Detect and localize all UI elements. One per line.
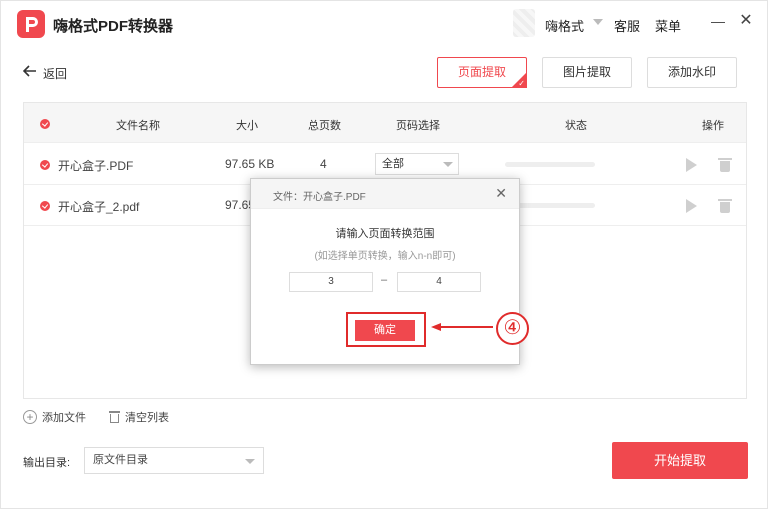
annotation-highlight-box [346,312,426,347]
tab-page-extract[interactable]: 页面提取 ✓ [437,57,527,88]
annotation-step-number: ④ [496,312,529,345]
header-actions: 操作 [702,120,724,132]
page-select-dropdown[interactable]: 全部 [375,153,459,175]
row-checkbox[interactable] [40,160,50,170]
minimize-icon[interactable]: — [711,14,725,28]
title-bar: 嗨格式PDF转换器 嗨格式 客服 菜单 — ✕ [1,1,767,45]
play-icon[interactable] [686,158,697,172]
file-name: 开心盒子_2.pdf [58,200,140,214]
dialog-file-label: 文件：开心盒子.PDF [273,192,366,203]
back-label: 返回 [43,66,68,81]
dialog-title: 请输入页面转换范围 [335,228,435,240]
add-file-label: 添加文件 [42,412,86,424]
close-window-icon[interactable]: ✕ [739,13,753,29]
output-dir-label: 输出目录: [23,457,71,469]
play-icon[interactable] [686,199,697,213]
trash-icon [109,411,120,423]
range-from-input[interactable]: 3 [289,272,373,292]
file-pages: 4 [320,157,327,171]
output-dir-select[interactable]: 原文件目录 [84,447,264,474]
close-icon[interactable]: ✕ [495,185,507,201]
status-progress-bar [505,162,595,167]
clear-list-button[interactable]: 清空列表 [109,409,169,425]
clear-list-label: 清空列表 [125,412,169,424]
app-window: 嗨格式PDF转换器 嗨格式 客服 菜单 — ✕ 返回 页面提取 ✓ 图片提取 添… [0,0,768,509]
range-separator: – [381,274,388,286]
tab-label: 页面提取 [457,65,506,79]
header-pages: 总页数 [308,120,341,132]
output-dir-value: 原文件目录 [93,454,148,466]
range-to-input[interactable]: 4 [397,272,481,292]
tab-label: 图片提取 [562,65,611,79]
start-extract-button[interactable]: 开始提取 [612,442,748,479]
file-size: 97.65 KB [225,157,275,171]
header-page-select: 页码选择 [396,120,440,132]
user-dropdown-caret-icon[interactable] [593,19,603,25]
file-name: 开心盒子.PDF [58,159,134,173]
chevron-down-icon [245,459,255,464]
tab-add-watermark[interactable]: 添加水印 [647,57,737,88]
tab-label: 添加水印 [667,65,716,79]
annotation-arrow-icon [431,323,493,331]
chevron-down-icon [443,162,453,167]
header-size: 大小 [236,120,258,132]
trash-icon[interactable] [718,158,732,172]
add-file-button[interactable]: + 添加文件 [23,409,86,425]
app-logo-icon [17,10,45,38]
page-select-value: 全部 [382,158,404,170]
user-name[interactable]: 嗨格式 [545,16,584,35]
plus-circle-icon: + [23,410,37,424]
header-status: 状态 [565,120,587,132]
row-checkbox[interactable] [40,201,50,211]
trash-icon[interactable] [718,199,732,213]
table-header: 文件名称 大小 总页数 页码选择 状态 操作 [24,103,746,143]
check-icon: ✓ [518,79,525,88]
user-avatar[interactable] [513,9,535,37]
customer-service-button[interactable]: 客服 [614,16,640,35]
select-all-checkbox[interactable] [40,119,50,129]
back-button[interactable]: 返回 [22,63,68,83]
dialog-header: 文件：开心盒子.PDF ✕ [251,179,519,209]
arrow-left-icon [22,65,37,81]
tab-image-extract[interactable]: 图片提取 [542,57,632,88]
main-menu-button[interactable]: 菜单 [655,16,681,35]
app-title: 嗨格式PDF转换器 [53,18,174,35]
header-name: 文件名称 [116,120,160,132]
dialog-hint: (如选择单页转换，输入n-n即可) [314,251,456,262]
